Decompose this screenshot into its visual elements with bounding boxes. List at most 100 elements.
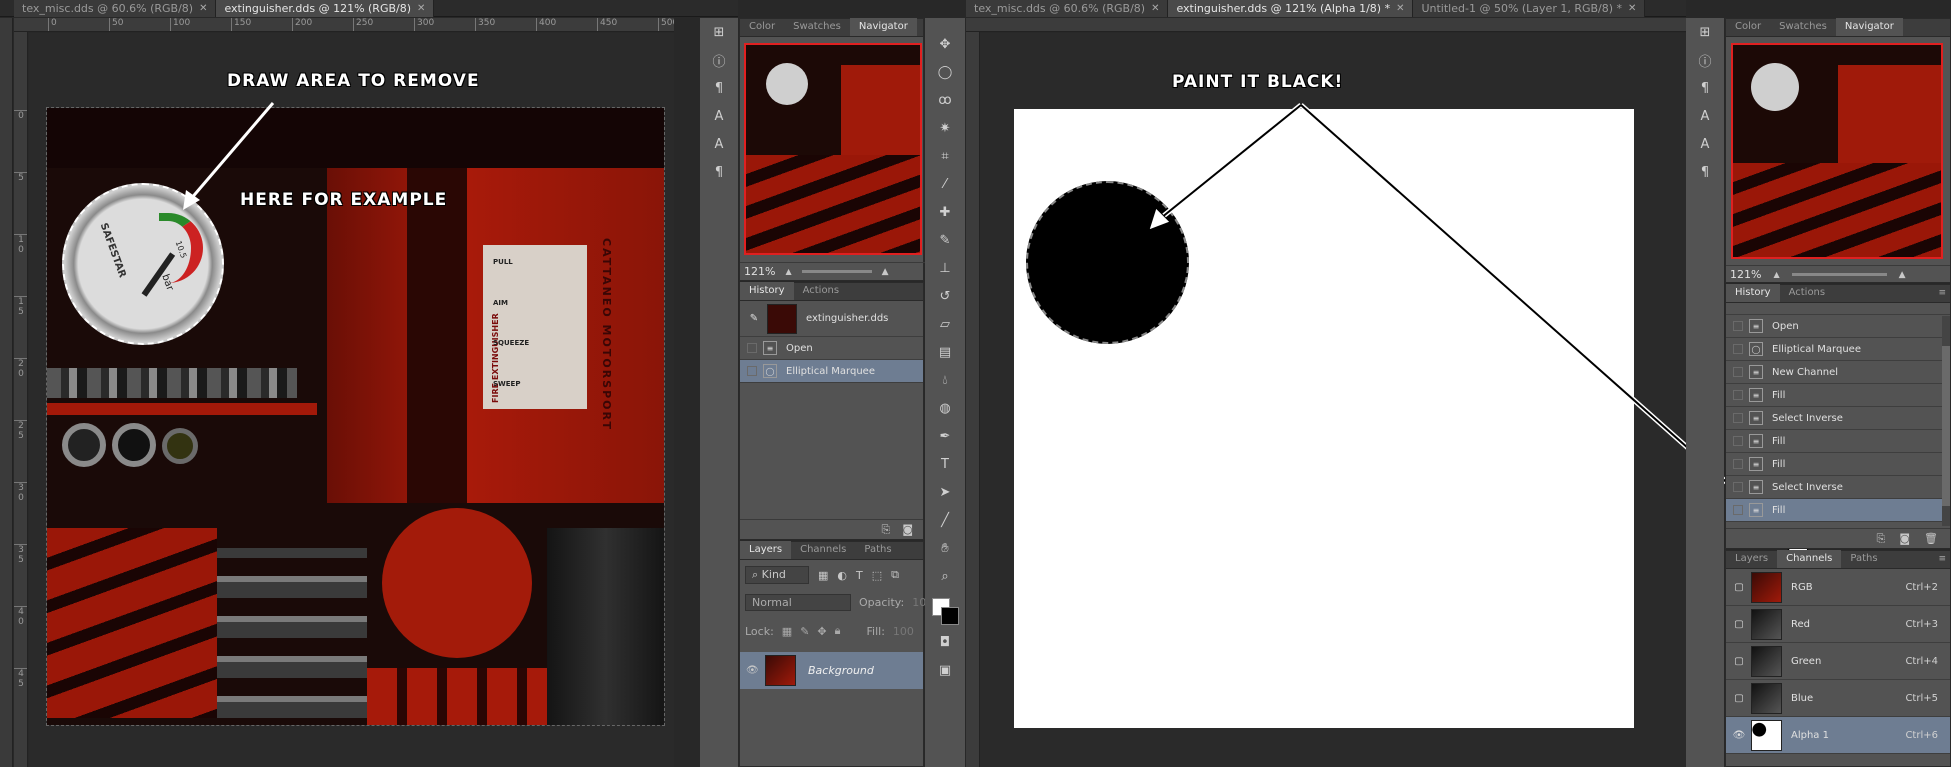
layer-row-background[interactable]: 👁︎ Background	[740, 652, 923, 689]
history-item[interactable]: ≡ Fill	[1726, 384, 1942, 407]
zoom-out-icon[interactable]: ▲	[1773, 270, 1779, 279]
paragraph-style-icon[interactable]: ¶	[708, 161, 730, 183]
text-style-icon[interactable]: A	[1694, 133, 1716, 155]
zoom-tool-icon[interactable]: ⌕	[934, 565, 956, 587]
eyedropper-tool-icon[interactable]: ⁄	[934, 173, 956, 195]
crop-tool-icon[interactable]: ⌗	[934, 145, 956, 167]
path-selection-tool-icon[interactable]: ➤	[934, 481, 956, 503]
history-item[interactable]: ≡ Select Inverse	[1726, 407, 1942, 430]
history-item[interactable]: ◯ Elliptical Marquee	[740, 360, 923, 383]
visibility-toggle[interactable]: ▢	[1732, 693, 1746, 704]
tab-history[interactable]: History	[740, 282, 794, 300]
history-source-checkbox[interactable]	[747, 343, 757, 353]
background-color-swatch[interactable]	[941, 607, 959, 625]
new-document-icon[interactable]: ⎘	[882, 523, 891, 537]
history-source-checkbox[interactable]	[1733, 459, 1743, 469]
camera-icon[interactable]: ◙	[902, 523, 913, 536]
gradient-tool-icon[interactable]: ▤	[934, 341, 956, 363]
visibility-toggle[interactable]: ▢	[1732, 582, 1746, 593]
history-item[interactable]: ≡ New Channel	[1726, 361, 1942, 384]
channel-row[interactable]: ▢ Red Ctrl+3	[1726, 606, 1950, 643]
tab-color[interactable]: Color	[740, 18, 784, 36]
color-swatches[interactable]	[930, 594, 960, 628]
channel-row[interactable]: 👁︎ Alpha 1 Ctrl+6	[1726, 717, 1950, 754]
trash-icon[interactable]: 🗑︎	[1924, 532, 1938, 545]
history-item[interactable]: ≡ Open	[1726, 315, 1942, 338]
fill-value[interactable]: 100	[893, 625, 914, 638]
tab-color[interactable]: Color	[1726, 18, 1770, 36]
eye-icon[interactable]: 👁︎	[746, 665, 760, 676]
paragraph-style-icon[interactable]: ¶	[1694, 161, 1716, 183]
filter-adjustment-icon[interactable]: ◐	[837, 569, 847, 582]
tab-navigator[interactable]: Navigator	[849, 18, 917, 36]
info-icon[interactable]: ⓘ	[1694, 49, 1716, 71]
zoom-out-icon[interactable]: ▲	[785, 267, 791, 276]
blend-mode-select[interactable]: Normal	[745, 594, 851, 611]
history-source-checkbox[interactable]	[1733, 344, 1743, 354]
tab-channels[interactable]: Channels	[791, 541, 855, 559]
lock-move-icon[interactable]: ✥	[817, 625, 826, 638]
zoom-in-icon[interactable]: ▲	[1899, 270, 1906, 280]
paragraph-icon[interactable]: ¶	[1694, 77, 1716, 99]
history-item[interactable]: ◯ Elliptical Marquee	[1726, 338, 1942, 361]
dodge-tool-icon[interactable]: ◍	[934, 397, 956, 419]
hand-tool-icon[interactable]: ✋︎	[934, 537, 956, 559]
history-brush-tool-icon[interactable]: ↺	[934, 285, 956, 307]
character-icon[interactable]: A	[708, 105, 730, 127]
blur-tool-icon[interactable]: 💧︎	[934, 369, 956, 391]
channel-row[interactable]: ▢ RGB Ctrl+2	[1726, 569, 1950, 606]
layer-filter-kind[interactable]: ⌕ Kind	[745, 566, 809, 584]
navigator-preview[interactable]	[1731, 43, 1943, 259]
history-item[interactable]: ≡ Open	[740, 337, 923, 360]
tab-paths[interactable]: Paths	[855, 541, 900, 559]
pen-tool-icon[interactable]: ✒	[934, 425, 956, 447]
navigator-zoom-value[interactable]: 121%	[744, 265, 775, 278]
navigator-zoom-value[interactable]: 121%	[1730, 268, 1761, 281]
camera-icon[interactable]: ◙	[1899, 532, 1910, 545]
tab-navigator[interactable]: Navigator	[1835, 18, 1903, 36]
line-tool-icon[interactable]: ╱	[934, 509, 956, 531]
tab-history[interactable]: History	[1726, 284, 1780, 302]
filter-type-icon[interactable]: T	[856, 569, 863, 582]
navigator-preview[interactable]	[744, 43, 922, 255]
tab-actions[interactable]: Actions	[1780, 284, 1835, 302]
history-item[interactable]: ≡ Fill	[1726, 430, 1942, 453]
history-item[interactable]: ≡ Select Inverse	[1726, 476, 1942, 499]
lock-all-icon[interactable]: 🔒︎	[835, 624, 841, 638]
histogram-icon[interactable]: ⊞	[708, 21, 730, 43]
move-tool-icon[interactable]: ✥	[934, 33, 956, 55]
tab-swatches[interactable]: Swatches	[784, 18, 850, 36]
magic-wand-tool-icon[interactable]: ✷	[934, 117, 956, 139]
tab-layers[interactable]: Layers	[740, 541, 792, 559]
healing-brush-tool-icon[interactable]: ✚	[934, 201, 956, 223]
eye-icon[interactable]: 👁︎	[1732, 730, 1746, 741]
visibility-toggle[interactable]: ▢	[1732, 619, 1746, 630]
quick-mask-icon[interactable]: ◘	[934, 631, 956, 653]
history-snapshot[interactable]: ✎ extinguisher.dds	[740, 301, 923, 337]
paragraph-icon[interactable]: ¶	[708, 77, 730, 99]
history-source-checkbox[interactable]	[1733, 390, 1743, 400]
history-source-checkbox[interactable]	[1733, 321, 1743, 331]
new-document-icon[interactable]: ⎘	[1877, 532, 1886, 546]
panel-menu-icon[interactable]: ≡	[1938, 284, 1946, 302]
history-source-checkbox[interactable]	[1733, 505, 1743, 515]
history-item[interactable]: ≡ Fill	[1726, 453, 1942, 476]
history-source-checkbox[interactable]	[747, 366, 757, 376]
zoom-in-icon[interactable]: ▲	[882, 267, 889, 277]
lock-paint-icon[interactable]: ✎	[800, 625, 809, 638]
filter-pixel-icon[interactable]: ▦	[818, 569, 828, 582]
info-icon[interactable]: ⓘ	[708, 49, 730, 71]
eraser-tool-icon[interactable]: ▱	[934, 313, 956, 335]
lock-transparent-icon[interactable]: ▦	[782, 625, 792, 638]
channel-row[interactable]: ▢ Blue Ctrl+5	[1726, 680, 1950, 717]
panel-menu-icon[interactable]: ≡	[1938, 550, 1946, 568]
lasso-tool-icon[interactable]: ꝏ	[934, 89, 956, 111]
history-source-checkbox[interactable]	[1733, 482, 1743, 492]
filter-smart-icon[interactable]: ⧉	[891, 568, 899, 582]
brush-tool-icon[interactable]: ✎	[934, 229, 956, 251]
history-scrollbar[interactable]	[1942, 316, 1950, 526]
type-tool-icon[interactable]: T	[934, 453, 956, 475]
history-source-checkbox[interactable]	[1733, 413, 1743, 423]
visibility-toggle[interactable]: ▢	[1732, 656, 1746, 667]
filter-shape-icon[interactable]: ⬚	[872, 569, 882, 582]
